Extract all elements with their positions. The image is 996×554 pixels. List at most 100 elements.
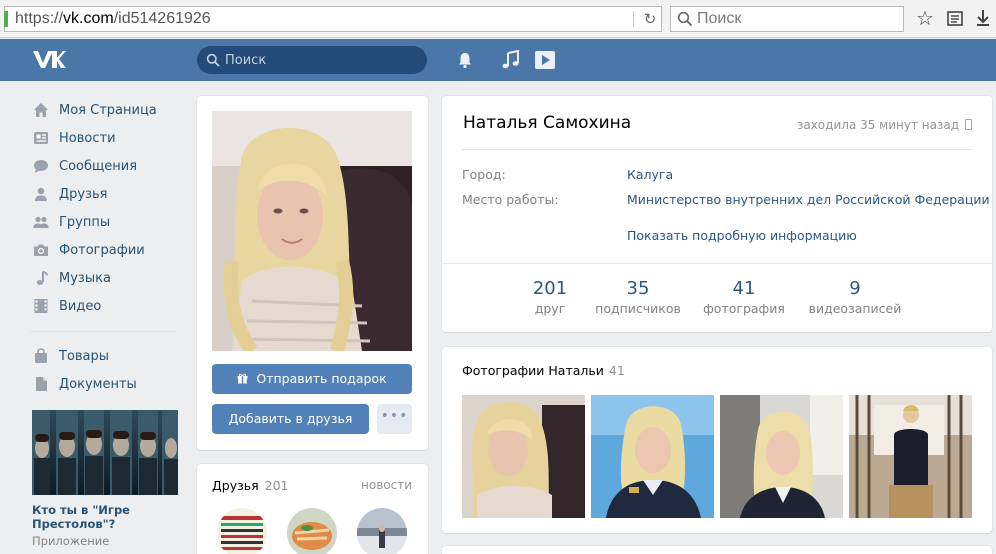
nav-item-photos[interactable]: Фотографии	[30, 236, 180, 264]
nav-item-music[interactable]: Музыка	[30, 264, 180, 292]
nav-divider	[30, 331, 176, 332]
mobile-phone-icon	[965, 119, 972, 130]
document-icon	[32, 375, 50, 393]
url-prefix: https://	[15, 10, 64, 27]
profile-stats: 201 друг 35 подписчиков 41 фотография 9 виде…	[442, 278, 992, 318]
music-icon[interactable]	[501, 50, 521, 70]
photos-title: Фотографии Натальи	[462, 363, 604, 378]
music-note-icon	[32, 269, 50, 287]
url-host: vk.com	[63, 10, 114, 27]
send-gift-label: Отправить подарок	[256, 371, 387, 386]
profile-photo[interactable]	[212, 111, 412, 351]
ad-block[interactable]: Кто ты в "Игре Престолов"? Приложение	[32, 410, 178, 548]
nav-item-documents[interactable]: Документы	[30, 370, 180, 398]
nav-label: Сообщения	[59, 158, 138, 174]
nav-item-groups[interactable]: Группы	[30, 208, 180, 236]
ad-banner-image[interactable]	[32, 410, 178, 495]
browser-toolbar: https://vk.com/id514261926 ↻ Поиск ☆	[0, 0, 996, 38]
nav-label: Видео	[59, 298, 102, 314]
last-seen-status: заходила 35 минут назад	[797, 118, 972, 132]
nav-label: Моя Страница	[59, 102, 157, 118]
send-gift-button[interactable]: Отправить подарок	[212, 364, 412, 394]
bell-icon[interactable]	[456, 51, 474, 69]
nav-item-goods[interactable]: Товары	[30, 342, 180, 370]
show-more-info-link[interactable]: Показать подробную информацию	[627, 228, 857, 243]
stat-number: 9	[849, 278, 861, 299]
vk-search-input[interactable]	[225, 46, 415, 74]
last-seen-text: заходила 35 минут назад	[796, 118, 959, 132]
url-path: /id514261926	[113, 10, 211, 27]
stat-number: 201	[532, 278, 568, 299]
stat-label: друг	[534, 301, 566, 316]
work-value-link[interactable]: Министерство внутренних дел Российской Ф…	[627, 192, 990, 207]
nav-label: Товары	[59, 348, 110, 364]
browser-search-placeholder: Поиск	[697, 10, 742, 27]
nav-item-friends[interactable]: Друзья	[30, 180, 180, 208]
nav-label: Документы	[59, 376, 137, 392]
secure-indicator-icon	[4, 11, 8, 27]
download-arrow-icon[interactable]	[974, 8, 992, 28]
stat-number: 35	[626, 278, 650, 299]
address-bar[interactable]: https://vk.com/id514261926 ↻	[4, 6, 662, 32]
city-value-link[interactable]: Калуга	[627, 167, 673, 182]
messages-icon	[32, 157, 50, 175]
profile-info-card: Наталья Самохина заходила 35 минут назад…	[442, 96, 992, 332]
nav-item-my-page[interactable]: Моя Страница	[30, 96, 180, 124]
ad-title[interactable]: Кто ты в "Игре Престолов"?	[32, 503, 178, 531]
camera-icon	[32, 241, 50, 259]
browser-search-box[interactable]: Поиск	[670, 6, 904, 32]
nav-label: Группы	[59, 214, 111, 230]
video-play-icon[interactable]	[534, 50, 556, 70]
stat-followers[interactable]: 35 подписчиков	[592, 278, 684, 316]
friends-count: 201	[264, 478, 289, 493]
stat-photos[interactable]: 41 фотография	[700, 278, 788, 316]
photos-header[interactable]: Фотографии Натальи 41	[462, 363, 625, 378]
stat-label: видеозаписей	[808, 301, 902, 316]
stat-friends[interactable]: 201 друг	[522, 278, 578, 316]
photo-thumbnail[interactable]	[720, 395, 843, 518]
photos-count: 41	[608, 363, 625, 378]
vk-logo-icon[interactable]	[32, 49, 66, 69]
reload-icon[interactable]: ↻	[641, 10, 659, 28]
home-icon	[32, 101, 50, 119]
photo-thumbnail[interactable]	[591, 395, 714, 518]
stat-videos[interactable]: 9 видеозаписей	[806, 278, 904, 316]
friends-news-link[interactable]: новости	[361, 478, 412, 492]
photo-thumbnail[interactable]	[462, 395, 585, 518]
nav-label: Музыка	[59, 270, 111, 286]
gift-icon	[237, 373, 248, 384]
add-friend-button[interactable]: Добавить в друзья	[212, 404, 369, 434]
bookmark-star-icon[interactable]: ☆	[914, 7, 936, 29]
magnifier-icon	[677, 11, 693, 27]
nav-item-news[interactable]: Новости	[30, 124, 180, 152]
friends-icon	[32, 185, 50, 203]
friends-header[interactable]: Друзья 201	[212, 478, 289, 493]
vk-search-box[interactable]	[197, 46, 427, 74]
ad-subtitle: Приложение	[32, 534, 110, 548]
groups-icon	[32, 213, 50, 231]
stat-label: подписчиков	[595, 301, 681, 316]
nav-label: Новости	[59, 130, 116, 146]
photo-thumbnail[interactable]	[849, 395, 972, 518]
bag-icon	[32, 347, 50, 365]
nav-item-messages[interactable]: Сообщения	[30, 152, 180, 180]
friend-avatar[interactable]	[287, 508, 337, 554]
nav-label: Фотографии	[59, 242, 145, 258]
stats-divider	[442, 263, 992, 264]
url-text[interactable]: https://vk.com/id514261926	[15, 10, 211, 28]
work-label: Место работы:	[462, 192, 559, 207]
avatar-card: Отправить подарок Добавить в друзья •••	[197, 96, 428, 450]
stat-label: фотография	[703, 301, 785, 316]
profile-name: Наталья Самохина	[463, 113, 632, 133]
more-actions-button[interactable]: •••	[377, 404, 412, 434]
news-icon	[32, 129, 50, 147]
photos-card: Фотографии Натальи 41	[442, 347, 992, 533]
add-friend-label: Добавить в друзья	[228, 411, 353, 426]
city-label: Город:	[462, 167, 506, 182]
friend-avatar[interactable]	[357, 508, 407, 554]
nav-item-video[interactable]: Видео	[30, 292, 180, 320]
friends-title: Друзья	[212, 478, 259, 493]
nav-label: Друзья	[59, 186, 108, 202]
friend-avatar[interactable]	[217, 508, 267, 554]
reading-list-icon[interactable]	[946, 9, 964, 27]
